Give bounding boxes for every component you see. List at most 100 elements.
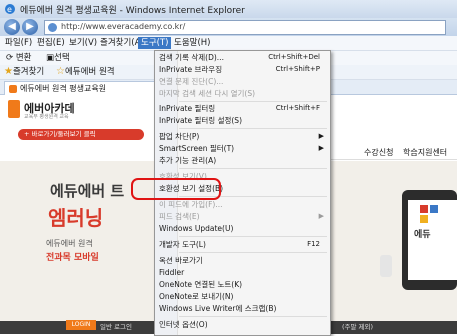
tools-menu-item[interactable]: InPrivate 브라우징 Ctrl+Shift+P xyxy=(155,64,330,75)
quick-link-banner[interactable]: + 바로가기/둘러보기 클릭 xyxy=(18,129,144,140)
menu-separator xyxy=(179,101,327,102)
tools-menu-item-shortcut: Ctrl+Shift+F xyxy=(275,104,320,112)
menu-separator xyxy=(179,252,327,253)
tools-menu-item[interactable]: 인터넷 옵션(O) xyxy=(155,319,330,330)
tablet-tile xyxy=(430,205,438,213)
tools-menu-item-label: 인터넷 옵션(O) xyxy=(159,320,208,329)
footer-right-text: (주말 제외) xyxy=(342,323,374,331)
menu-separator xyxy=(179,168,327,169)
convert-label: 변환 xyxy=(15,53,32,63)
menu-view[interactable]: 보기(V) xyxy=(66,37,100,49)
convert-button[interactable]: ⟳ 변환 xyxy=(6,52,31,64)
menu-separator xyxy=(179,236,327,237)
url-input[interactable]: http://www.everacademy.co.kr/ xyxy=(44,20,446,35)
select-button[interactable]: ▣선택 xyxy=(46,52,70,64)
tools-menu-item[interactable]: OneNote로 보내기(N) xyxy=(155,291,330,302)
tools-menu-item[interactable]: InPrivate 필터링 Ctrl+Shift+F xyxy=(155,103,330,114)
tools-menu-item-label: Fiddler xyxy=(159,268,185,277)
svg-text:e: e xyxy=(7,5,12,14)
window-title: 에듀에버 원격 평생교육원 - Windows Internet Explore… xyxy=(20,6,245,16)
hero-scroll-handle[interactable] xyxy=(380,255,392,277)
tools-menu-item-shortcut: Ctrl+Shift+Del xyxy=(268,53,320,61)
tools-menu-item[interactable]: OneNote 연결된 노트(K) xyxy=(155,279,330,290)
tools-menu-item[interactable]: 팝업 차단(P) ▶ xyxy=(155,131,330,142)
favorites-button[interactable]: ★즐겨찾기 xyxy=(4,66,44,78)
tools-menu-item-label: 개발자 도구(L) xyxy=(159,240,206,249)
tools-menu-item-label: 팝업 차단(P) xyxy=(159,132,200,141)
tools-menu-item: 마지막 검색 세션 다시 열기(S) xyxy=(155,88,330,99)
tools-menu-item-label: OneNote로 보내기(N) xyxy=(159,292,234,301)
star-icon: ☆ xyxy=(56,66,65,77)
hero-mlearning: 엠러닝 xyxy=(48,206,104,230)
submenu-arrow-icon: ▶ xyxy=(318,144,324,152)
tools-menu-item-label: 검색 기록 삭제(D)... xyxy=(159,53,224,62)
tools-menu-item: 이 피드에 가입(F)... xyxy=(155,199,330,210)
menu-edit[interactable]: 편집(E) xyxy=(34,37,68,49)
tools-menu-item-label: InPrivate 필터링 설정(S) xyxy=(159,116,242,125)
tools-menu-item-label: Windows Update(U) xyxy=(159,224,234,233)
window-titlebar: e 에듀에버 원격 평생교육원 - Windows Internet Explo… xyxy=(0,0,457,18)
nav-support[interactable]: 학습지원센터 xyxy=(403,147,447,158)
favorites-label: 즐겨찾기 xyxy=(12,67,45,77)
highlight-ring xyxy=(131,178,221,200)
back-icon: ◀ xyxy=(8,21,16,32)
tools-menu-item: 연결 문제 진단(C)... xyxy=(155,76,330,87)
menu-file[interactable]: 파일(F) xyxy=(2,37,35,49)
select-icon: ▣ xyxy=(46,53,55,63)
tools-menu-item[interactable]: 검색 기록 삭제(D)... Ctrl+Shift+Del xyxy=(155,52,330,63)
tools-menu-item-label: SmartScreen 필터(T) xyxy=(159,144,235,153)
submenu-arrow-icon: ▶ xyxy=(318,132,324,140)
tools-menu-item-label: 추가 기능 관리(A) xyxy=(159,156,217,165)
tools-menu-item-label: InPrivate 필터링 xyxy=(159,104,216,113)
hero-headline: 에듀에버 트 xyxy=(50,182,125,200)
footer-login-text: 일반 로그인 xyxy=(100,323,132,331)
tools-menu-item-label: Windows Live Writer에 스크랩(B) xyxy=(159,304,277,313)
nav-enroll[interactable]: 수강신청 xyxy=(364,147,393,158)
forward-icon: ▶ xyxy=(26,21,34,32)
menu-separator xyxy=(179,128,327,129)
tablet-tile xyxy=(420,215,428,223)
tools-menu-item-label: 옥션 바로가기 xyxy=(159,256,203,265)
tab-favicon-icon xyxy=(9,85,17,93)
menu-separator xyxy=(179,316,327,317)
tab-label: 에듀에버 원격 평생교육원 xyxy=(20,84,107,93)
tools-menu-item[interactable]: InPrivate 필터링 설정(S) xyxy=(155,115,330,126)
menu-tools[interactable]: 도구(T) xyxy=(138,37,172,49)
hero-mobile: 전과목 모바일 xyxy=(46,253,99,263)
select-label: 선택 xyxy=(54,53,70,63)
favorite-item-label: 에듀에버 원격 xyxy=(64,67,115,77)
tools-menu-item[interactable]: SmartScreen 필터(T) ▶ xyxy=(155,143,330,154)
tools-menu-item: 피드 검색(E) ▶ xyxy=(155,211,330,222)
favicon-icon xyxy=(48,23,57,32)
menu-help[interactable]: 도움말(H) xyxy=(171,37,213,49)
tablet-label: 에듀 xyxy=(414,230,431,240)
forward-button[interactable]: ▶ xyxy=(22,19,38,35)
tools-menu-item-label: 피드 검색(E) xyxy=(159,212,200,221)
tools-menu-item[interactable]: 옥션 바로가기 xyxy=(155,255,330,266)
tools-menu-item-label: OneNote 연결된 노트(K) xyxy=(159,280,243,289)
login-button[interactable]: LOGIN xyxy=(66,320,96,330)
star-icon: ★ xyxy=(4,66,13,77)
tools-menu-item-label: 이 피드에 가입(F)... xyxy=(159,200,223,209)
tools-menu-item-shortcut: Ctrl+Shift+P xyxy=(275,65,320,73)
browser-tab[interactable]: 에듀에버 원격 평생교육원 xyxy=(4,81,156,95)
back-button[interactable]: ◀ xyxy=(4,19,20,35)
address-bar: ◀ ▶ http://www.everacademy.co.kr/ xyxy=(0,18,457,36)
tools-menu-item[interactable]: Windows Update(U) xyxy=(155,223,330,234)
tools-menu-item-label: 연결 문제 진단(C)... xyxy=(159,77,224,86)
favorite-item[interactable]: ☆에듀에버 원격 xyxy=(56,66,115,78)
submenu-arrow-icon: ▶ xyxy=(318,212,324,220)
site-logo-icon xyxy=(8,100,20,118)
hero-subline: 에듀에버 원격 xyxy=(46,239,93,248)
site-logo-subtitle: 교육부 평생원격 교육 xyxy=(24,114,69,120)
tools-menu-item[interactable]: Fiddler xyxy=(155,267,330,278)
tools-menu-item-shortcut: F12 xyxy=(307,240,320,248)
tools-menu-item[interactable]: 추가 기능 관리(A) xyxy=(155,155,330,166)
url-text: http://www.everacademy.co.kr/ xyxy=(61,22,186,31)
convert-icon: ⟳ xyxy=(6,53,16,63)
tools-menu-item[interactable]: Windows Live Writer에 스크랩(B) xyxy=(155,303,330,314)
tools-menu-item-label: 마지막 검색 세션 다시 열기(S) xyxy=(159,89,256,98)
tools-menu-item[interactable]: 개발자 도구(L) F12 xyxy=(155,239,330,250)
tools-menu-item-label: InPrivate 브라우징 xyxy=(159,65,223,74)
tablet-tile xyxy=(420,205,428,213)
